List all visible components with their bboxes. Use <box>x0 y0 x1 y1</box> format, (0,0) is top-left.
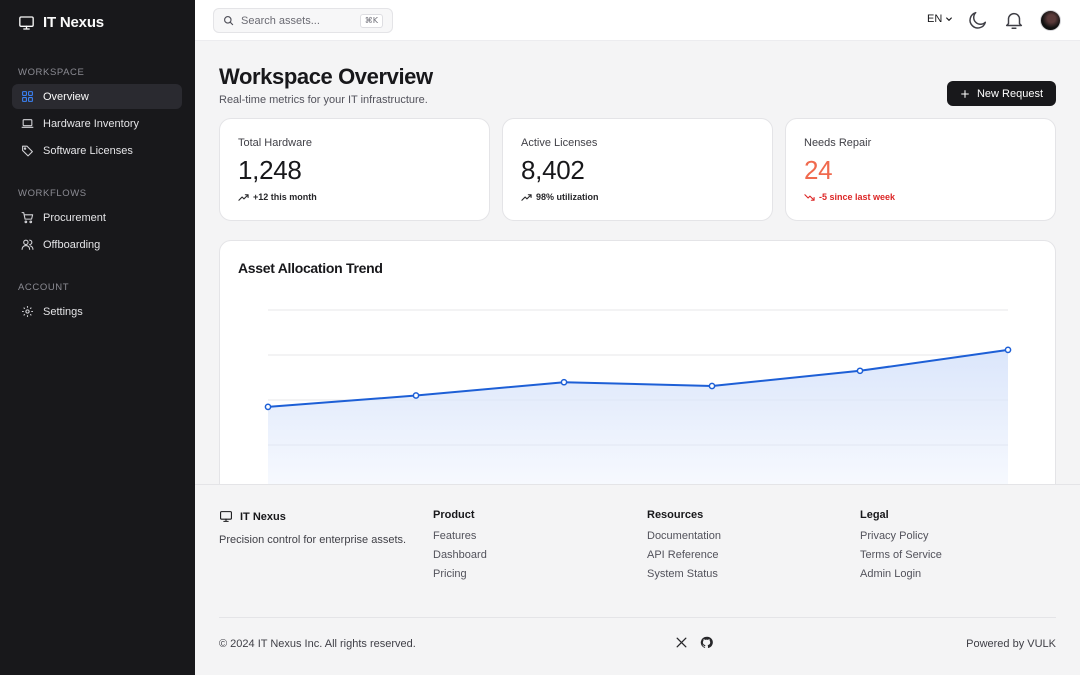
trending-up-icon <box>238 193 249 201</box>
footer-tagline: Precision control for enterprise assets. <box>219 534 407 546</box>
sidebar-item-procurement[interactable]: Procurement <box>12 205 182 230</box>
stat-value: 24 <box>804 155 833 185</box>
search-placeholder: Search assets... <box>241 14 320 27</box>
moon-icon[interactable] <box>967 9 989 31</box>
page-subtitle: Real-time metrics for your IT infrastruc… <box>219 94 428 106</box>
users-icon <box>21 239 34 250</box>
stat-delta-text: +12 this month <box>253 192 317 202</box>
asset-allocation-chart <box>264 309 1012 499</box>
page-title: Workspace Overview <box>219 64 433 89</box>
nav-section-workspace: Workspace <box>18 67 85 78</box>
monitor-icon <box>19 15 34 30</box>
bell-icon[interactable] <box>1003 9 1025 31</box>
new-request-label: New Request <box>976 87 1044 100</box>
search-shortcut: ⌘K <box>359 14 383 28</box>
nav-section-account: Account <box>18 282 70 293</box>
sidebar-item-offboarding[interactable]: Offboarding <box>12 232 182 257</box>
chart-point-0[interactable] <box>264 403 272 411</box>
stat-label: Total Hardware <box>238 137 312 149</box>
sidebar-item-hardware-inventory[interactable]: Hardware Inventory <box>12 111 182 136</box>
search-icon <box>224 16 234 26</box>
sidebar-item-overview[interactable]: Overview <box>12 84 182 109</box>
sidebar-item-label: Overview <box>43 90 89 103</box>
footer-link-system-status[interactable]: System Status <box>647 568 721 587</box>
github-icon[interactable] <box>700 636 713 649</box>
stat-card-total-hardware: Total Hardware 1,248 +12 this month <box>219 118 490 221</box>
tag-icon <box>22 145 33 157</box>
footer-link-admin-login[interactable]: Admin Login <box>860 568 942 587</box>
footer-column-title: Legal <box>860 509 889 521</box>
footer-column-title: Product <box>433 509 475 521</box>
cart-icon <box>21 212 34 224</box>
trending-up-icon <box>521 193 532 201</box>
avatar[interactable] <box>1040 10 1061 31</box>
sidebar-item-label: Software Licenses <box>43 144 133 157</box>
stat-card-needs-repair: Needs Repair 24 -5 since last week <box>785 118 1056 221</box>
footer-link-privacy-policy[interactable]: Privacy Policy <box>860 530 942 549</box>
stat-label: Active Licenses <box>521 137 598 149</box>
new-request-button[interactable]: New Request <box>947 81 1056 106</box>
stat-delta-text: -5 since last week <box>819 192 896 202</box>
sidebar-item-label: Procurement <box>43 211 106 224</box>
footer-column-title: Resources <box>647 509 704 521</box>
footer-link-terms-of-service[interactable]: Terms of Service <box>860 549 942 568</box>
chart-point-4[interactable] <box>856 367 864 375</box>
stat-label: Needs Repair <box>804 137 872 149</box>
footer-powered-by: Powered by VULK <box>966 638 1056 650</box>
footer-divider <box>219 617 1056 618</box>
trending-down-icon <box>804 193 815 201</box>
language-label: EN <box>927 13 943 25</box>
chevron-down-icon <box>946 17 953 21</box>
footer-link-documentation[interactable]: Documentation <box>647 530 721 549</box>
sidebar-item-settings[interactable]: Settings <box>12 299 182 324</box>
footer-link-features[interactable]: Features <box>433 530 487 549</box>
stat-delta: +12 this month <box>238 192 471 202</box>
sidebar-item-software-licenses[interactable]: Software Licenses <box>12 138 182 163</box>
stat-delta: 98% utilization <box>521 192 754 202</box>
footer: IT Nexus Precision control for enterpris… <box>195 484 1080 675</box>
sidebar-item-label: Hardware Inventory <box>43 117 139 130</box>
chart-point-5[interactable] <box>1004 346 1012 354</box>
chart-point-1[interactable] <box>412 392 420 399</box>
footer-column-legal: Legal Privacy Policy Terms of Service Ad… <box>860 509 942 587</box>
footer-link-pricing[interactable]: Pricing <box>433 568 487 587</box>
sidebar: IT Nexus Workspace Overview Hardware Inv… <box>0 0 195 675</box>
stat-delta: -5 since last week <box>804 192 1037 202</box>
stat-value: 1,248 <box>238 155 302 185</box>
topbar: Search assets... ⌘K EN <box>195 0 1080 41</box>
footer-column-product: Product Features Dashboard Pricing <box>433 509 487 587</box>
stat-delta-text: 98% utilization <box>536 192 599 202</box>
gear-icon <box>22 306 33 317</box>
laptop-icon <box>21 119 34 128</box>
stat-card-active-licenses: Active Licenses 8,402 98% utilization <box>502 118 773 221</box>
footer-link-api-reference[interactable]: API Reference <box>647 549 721 568</box>
chart-point-2[interactable] <box>560 378 568 386</box>
brand-title: IT Nexus <box>43 14 104 31</box>
footer-link-dashboard[interactable]: Dashboard <box>433 549 487 568</box>
sidebar-item-label: Offboarding <box>43 238 101 251</box>
stat-value: 8,402 <box>521 155 585 185</box>
plus-icon <box>961 89 969 98</box>
x-icon[interactable] <box>675 636 688 649</box>
footer-copyright: © 2024 IT Nexus Inc. All rights reserved… <box>219 638 416 650</box>
search-input[interactable]: Search assets... ⌘K <box>213 8 393 33</box>
chart-card: Asset Allocation Trend <box>219 240 1056 500</box>
nav-section-workflows: Workflows <box>18 188 87 199</box>
brand[interactable]: IT Nexus <box>18 14 104 31</box>
footer-column-resources: Resources Documentation API Reference Sy… <box>647 509 721 587</box>
chart-area-fill <box>268 349 1008 499</box>
sidebar-item-label: Settings <box>43 305 83 318</box>
chart-point-3[interactable] <box>708 382 716 390</box>
monitor-icon <box>220 511 232 522</box>
grid-icon <box>22 91 33 102</box>
footer-brand-name: IT Nexus <box>240 510 286 523</box>
footer-brand[interactable]: IT Nexus <box>219 510 286 523</box>
language-selector[interactable]: EN <box>927 13 953 25</box>
